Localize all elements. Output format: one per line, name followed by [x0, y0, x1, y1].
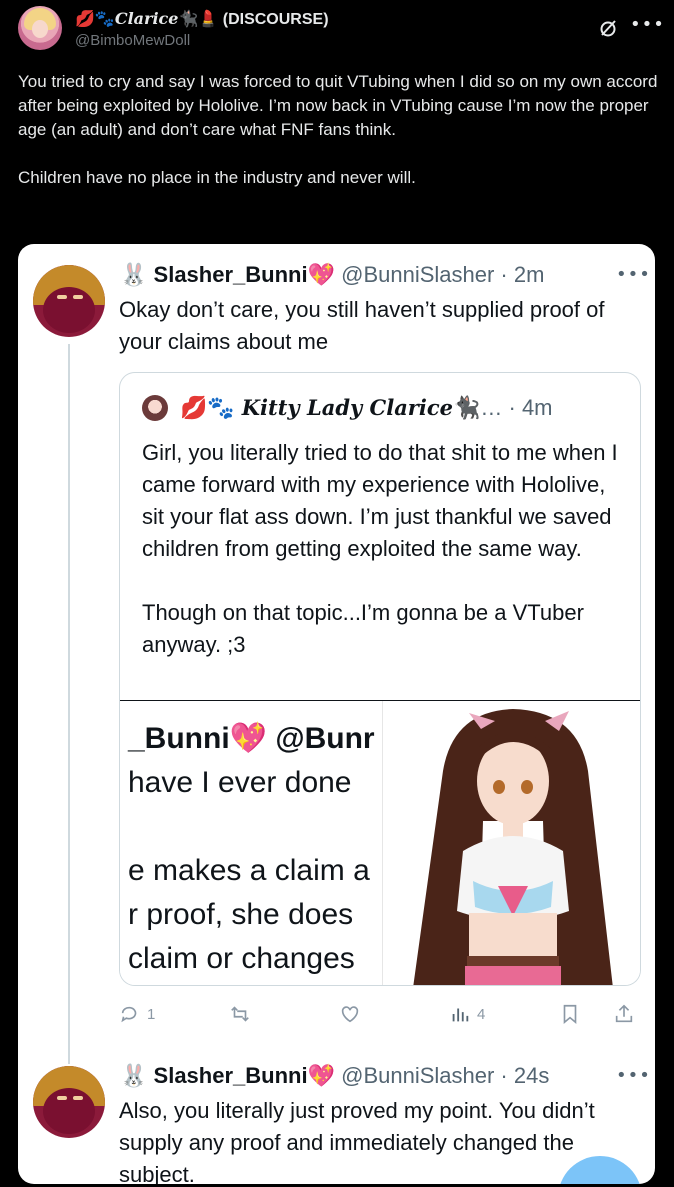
screenshot-line: claim or changes: [128, 942, 355, 975]
reply-display-name: Slasher_Bunni: [153, 1063, 308, 1088]
like-button[interactable]: [339, 1002, 367, 1026]
vtuber-illustration: [413, 709, 613, 985]
reply-handle-time: @BunniSlasher · 24s: [341, 1063, 550, 1088]
retweet-button[interactable]: [229, 1002, 257, 1026]
quote-name-prefix: 💋🐾: [180, 396, 235, 421]
heart-emoji: 💖: [307, 1063, 335, 1088]
quote-name-suffix: 🐈‍⬛… · 4m: [453, 395, 553, 420]
reply-count: 1: [147, 1005, 156, 1023]
reply-text: Also, you literally just proved my point…: [119, 1098, 595, 1184]
name-main: Clarice: [114, 9, 179, 28]
bookmark-button[interactable]: [559, 1002, 581, 1026]
screenshot-line: e makes a claim a: [128, 854, 370, 887]
more-options-icon[interactable]: •••: [630, 14, 665, 35]
bunny-emoji: 🐰: [120, 1063, 148, 1088]
reply-button[interactable]: 1: [119, 1002, 155, 1026]
reply-display-name: Slasher_Bunni: [153, 262, 308, 287]
embedded-screenshot[interactable]: 🐰 Slasher_Bunni💖 @BunniSlasher · 2m ••• …: [18, 244, 655, 1184]
quote-paragraph: Though on that topic...I’m gonna be a VT…: [142, 600, 584, 657]
quote-name-main: Kitty Lady Clarice: [241, 395, 453, 420]
views-button[interactable]: 4: [449, 1002, 485, 1026]
screenshot-line: have I ever done: [128, 766, 352, 799]
quote-avatar: [142, 395, 168, 421]
quote-media[interactable]: _Bunni💖 @Bunr have I ever done e makes a…: [120, 700, 640, 985]
display-name[interactable]: 💋🐾Clarice🐈‍⬛💄 (DISCOURSE): [75, 9, 329, 29]
reply-handle-time: @BunniSlasher · 2m: [341, 262, 545, 287]
quoted-tweet[interactable]: 💋🐾 Kitty Lady Clarice🐈‍⬛… · 4m Girl, you…: [119, 372, 641, 986]
screenshot-line: _Bunni💖 @Bunr: [128, 722, 375, 755]
bunny-emoji: 🐰: [120, 262, 148, 287]
avatar-face: [32, 20, 48, 38]
quote-paragraph: Girl, you literally tried to do that shi…: [142, 440, 618, 561]
quote-body: Girl, you literally tried to do that shi…: [142, 437, 632, 693]
vtuber-avatar-image: [382, 701, 640, 985]
avatar[interactable]: [33, 265, 105, 337]
reply-icon: [121, 1006, 137, 1023]
share-button[interactable]: [613, 1002, 635, 1026]
handle[interactable]: @BimboMewDoll: [75, 32, 190, 49]
name-tag: (DISCOURSE): [222, 11, 329, 28]
name-emoji-suffix: 🐈‍⬛💄: [178, 11, 219, 28]
views-icon: [452, 1008, 469, 1022]
heart-icon: [341, 1006, 359, 1023]
avatar[interactable]: [18, 6, 62, 50]
reply-author[interactable]: 🐰 Slasher_Bunni💖 @BunniSlasher · 24s: [120, 1063, 549, 1089]
retweet-icon: [231, 1006, 249, 1022]
more-options-icon[interactable]: •••: [616, 264, 651, 285]
more-options-icon[interactable]: •••: [616, 1065, 651, 1086]
thread-line: [68, 344, 70, 1064]
quote-author: 💋🐾 Kitty Lady Clarice🐈‍⬛… · 4m: [180, 395, 553, 421]
name-emoji-prefix: 💋🐾: [75, 11, 115, 28]
grok-icon[interactable]: [598, 18, 618, 38]
action-bar: 1 4: [119, 1002, 641, 1026]
tweet-body: You tried to cry and say I was forced to…: [18, 70, 658, 214]
views-count: 4: [477, 1005, 486, 1023]
tweet-paragraph: You tried to cry and say I was forced to…: [18, 72, 658, 139]
tweet-paragraph: Children have no place in the industry a…: [18, 168, 416, 187]
reply-author[interactable]: 🐰 Slasher_Bunni💖 @BunniSlasher · 2m: [120, 262, 544, 288]
avatar[interactable]: [33, 1066, 105, 1138]
share-icon: [615, 1004, 633, 1023]
heart-emoji: 💖: [307, 262, 335, 287]
screenshot-line: r proof, she does: [128, 898, 354, 931]
reply-text: Okay don’t care, you still haven’t suppl…: [119, 297, 605, 354]
bookmark-icon: [563, 1004, 577, 1025]
screenshot-image: _Bunni💖 @Bunr have I ever done e makes a…: [120, 701, 382, 985]
outer-tweet-header: 💋🐾Clarice🐈‍⬛💄 (DISCOURSE) @BimboMewDoll …: [18, 6, 664, 56]
